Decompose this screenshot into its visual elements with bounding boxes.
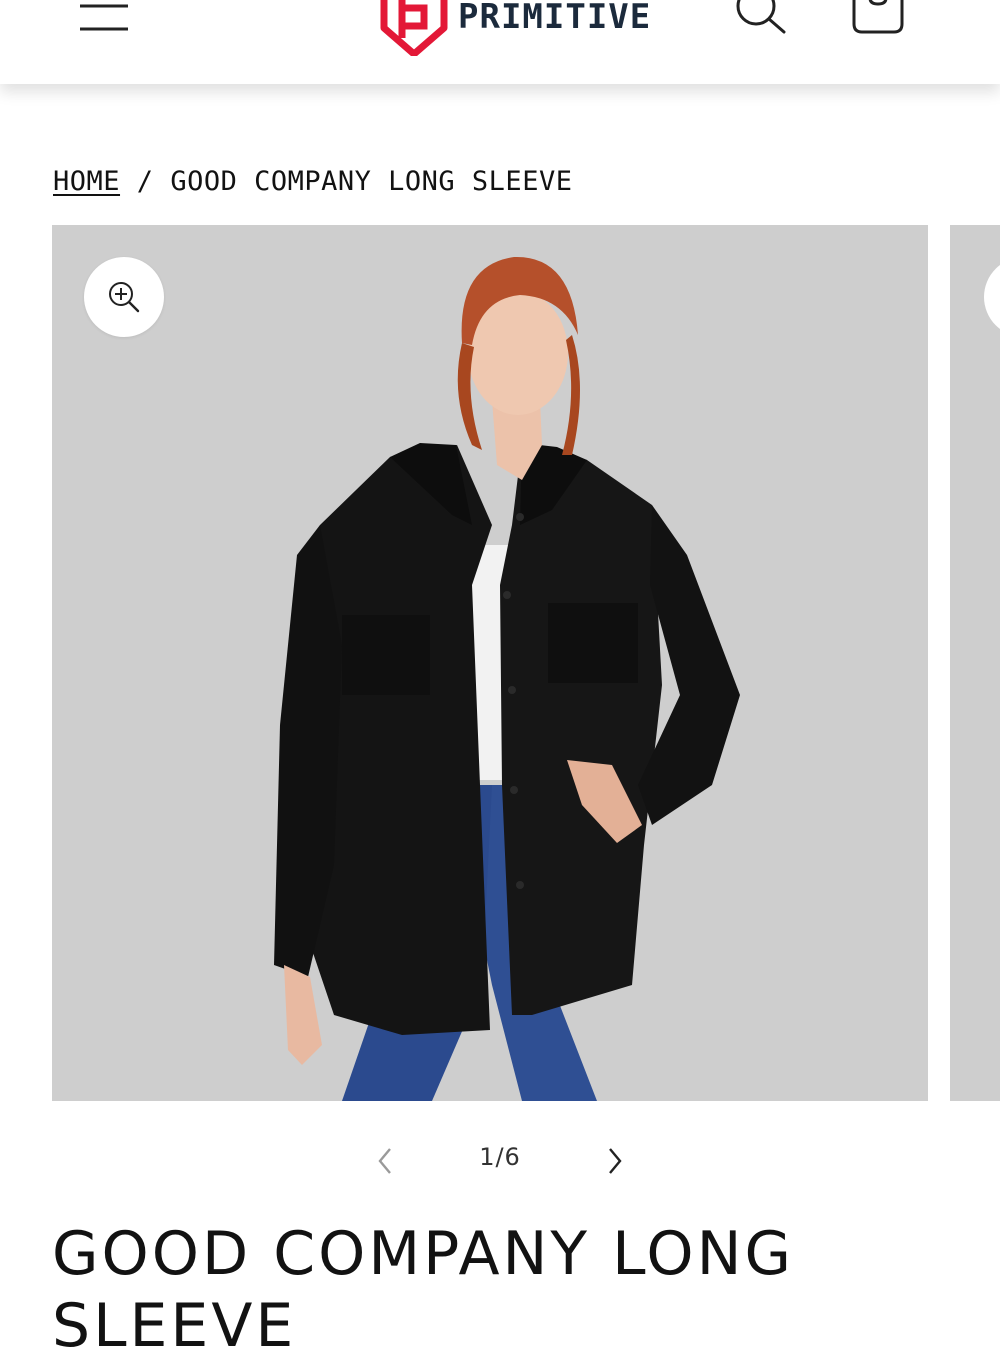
- site-header: PRIMITIVE: [0, 0, 1000, 84]
- zoom-button[interactable]: [84, 257, 164, 337]
- chevron-left-icon: [378, 1148, 391, 1174]
- breadcrumb-separator: /: [136, 166, 154, 197]
- menu-button[interactable]: [76, 0, 132, 40]
- breadcrumb-current: GOOD COMPANY LONG SLEEVE: [170, 166, 573, 197]
- product-title: GOOD COMPANY LONG SLEEVE: [52, 1219, 794, 1361]
- cart-icon: [852, 0, 904, 34]
- search-icon: [736, 0, 786, 34]
- gallery-pager: 1/6: [0, 1135, 1000, 1183]
- gallery-counter: 1/6: [479, 1143, 521, 1171]
- product-image-next[interactable]: [950, 225, 1000, 1101]
- gallery-prev-button[interactable]: [364, 1139, 408, 1179]
- product-photo: [274, 256, 740, 1101]
- product-image-main[interactable]: [52, 225, 928, 1101]
- breadcrumb: HOME / GOOD COMPANY LONG SLEEVE: [53, 166, 572, 197]
- breadcrumb-home-link[interactable]: HOME: [53, 166, 120, 197]
- zoom-button-next[interactable]: [984, 257, 1000, 337]
- chevron-right-icon: [609, 1148, 622, 1174]
- brand-logo[interactable]: PRIMITIVE: [376, 0, 650, 56]
- gallery-next-button[interactable]: [594, 1139, 638, 1179]
- zoom-in-icon: [109, 282, 140, 313]
- search-button[interactable]: [732, 0, 792, 36]
- menu-icon: [80, 4, 128, 31]
- brand-logo-mark-icon: [380, 0, 448, 56]
- brand-name: PRIMITIVE: [458, 0, 652, 37]
- cart-button[interactable]: [848, 0, 908, 36]
